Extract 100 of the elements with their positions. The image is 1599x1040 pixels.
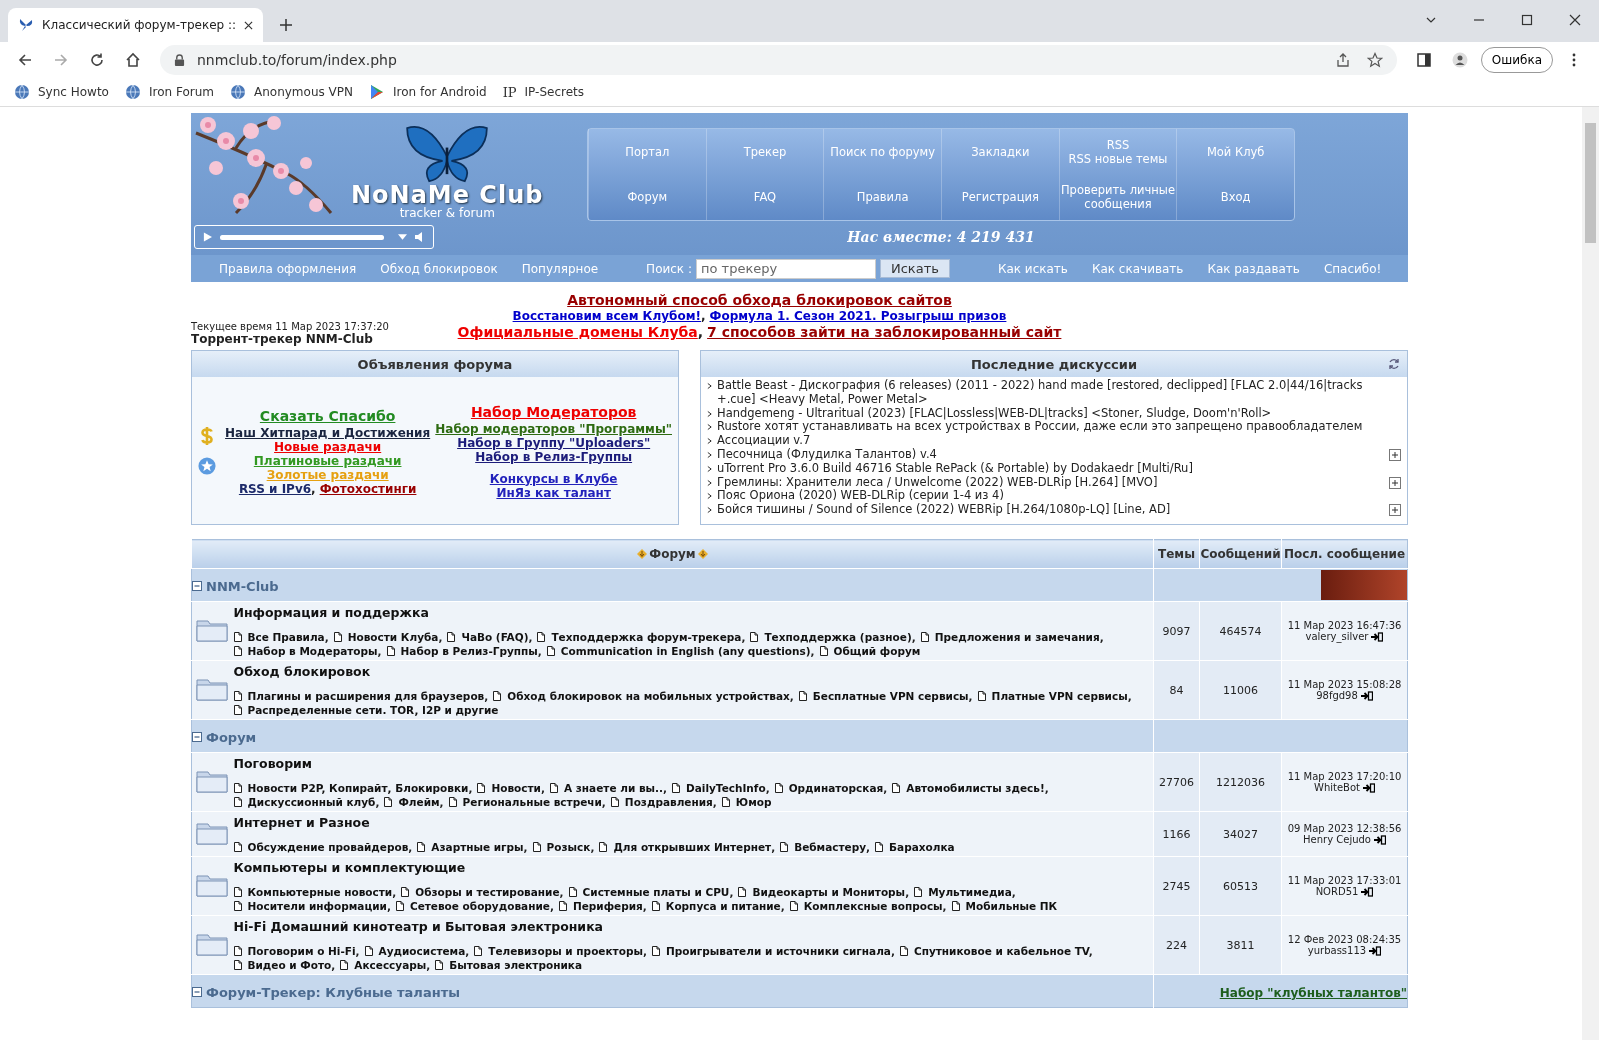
- subforum-link[interactable]: Сетевое оборудование: [409, 900, 550, 912]
- subforum-link[interactable]: Спутниковое и кабельное TV: [913, 945, 1089, 957]
- subforum-link[interactable]: Набор в Релиз-Группы: [400, 645, 538, 657]
- subforum-link[interactable]: Поговорим о Hi-Fi: [247, 945, 356, 957]
- subforum-link[interactable]: Аксессуары: [354, 959, 427, 971]
- forum-title-link[interactable]: Компьютеры и комплектующие: [233, 860, 1149, 875]
- subforum-link[interactable]: Системные платы и CPU: [582, 886, 730, 898]
- go-to-post-icon[interactable]: [1371, 631, 1384, 642]
- news-link[interactable]: Набор в Группу "Uploaders": [457, 435, 651, 450]
- subforum-link[interactable]: Проигрыватели и источники сигнала: [665, 945, 891, 957]
- subforum-link[interactable]: Платные VPN сервисы: [991, 690, 1128, 702]
- collapse-icon[interactable]: [192, 987, 202, 997]
- subforum-link[interactable]: Обсуждение провайдеров: [247, 841, 409, 853]
- subforum-link[interactable]: Аудиосистема: [378, 945, 466, 957]
- discussion-link[interactable]: Бойся тишины / Sound of Silence (2022) WEBRip [H.264/1080p-LQ] [Line, AD]: [717, 503, 1171, 517]
- go-to-post-icon[interactable]: [1369, 945, 1382, 956]
- subforum-link[interactable]: Обход блокировок на мобильных устройствах: [507, 690, 790, 702]
- news-link[interactable]: RSS и IPv6: [238, 481, 312, 496]
- username-link[interactable]: yurbass113: [1307, 945, 1367, 956]
- username-link[interactable]: valery_silver: [1305, 631, 1369, 642]
- close-icon[interactable]: [1569, 14, 1581, 26]
- subforum-link[interactable]: Корпуса и питание: [665, 900, 781, 912]
- refresh-icon[interactable]: [1387, 357, 1401, 371]
- subforum-link[interactable]: DailyTechInfo: [686, 782, 766, 794]
- expand-icon[interactable]: [1389, 476, 1401, 489]
- forum-title-link[interactable]: Информация и поддержка: [233, 605, 1149, 620]
- username-link[interactable]: Henry Cejudo: [1303, 834, 1371, 845]
- subforum-link[interactable]: Мультимедиа: [928, 886, 1012, 898]
- expand-icon[interactable]: [1389, 504, 1401, 517]
- announcement-link[interactable]: Автономный способ обхода блокировок сайтов: [567, 292, 952, 308]
- username-link[interactable]: NORD51: [1315, 886, 1359, 897]
- subforum-link[interactable]: Новости Клуба: [347, 631, 439, 643]
- caret-icon[interactable]: [398, 234, 407, 240]
- bookmark-link[interactable]: Iron for Android: [369, 84, 487, 100]
- address-bar[interactable]: nnmclub.to/forum/index.php: [160, 45, 1397, 75]
- profile-icon[interactable]: [1451, 52, 1468, 68]
- expand-icon[interactable]: [1389, 449, 1401, 461]
- subforum-link[interactable]: Мобильные ПК: [965, 900, 1058, 912]
- discussion-link[interactable]: Rustore хотят устанавливать на всех устройствах в России, даже если это запрещено правообладателем: [717, 420, 1363, 435]
- announcement-link[interactable]: Формула 1. Сезон 2021. Розыгрыш призов: [709, 309, 1007, 323]
- subforum-link[interactable]: Розыск: [546, 841, 591, 853]
- subforum-link[interactable]: Автомобилисты здесь!: [906, 782, 1045, 794]
- news-link[interactable]: Набор Модераторов: [470, 403, 637, 420]
- subforum-link[interactable]: Флейм: [398, 796, 440, 808]
- subforum-link[interactable]: Техподдержка форум-трекера: [551, 631, 742, 643]
- subforum-link[interactable]: Барахолка: [889, 841, 955, 853]
- subforum-link[interactable]: Communication in English (any questions): [560, 645, 811, 657]
- subforum-link[interactable]: Комплексные вопросы: [803, 900, 943, 912]
- close-icon[interactable]: [244, 20, 254, 30]
- browser-tab[interactable]: Классический форум-трекер ::: [8, 8, 264, 42]
- star-icon[interactable]: [1366, 52, 1383, 68]
- new-tab-icon[interactable]: [279, 18, 294, 32]
- username-link[interactable]: 98fgd98: [1316, 690, 1358, 701]
- back-icon[interactable]: [17, 52, 33, 68]
- announcement-link[interactable]: Восстановим всем Клубом!: [512, 309, 701, 323]
- news-link[interactable]: Фотохостинги: [319, 481, 417, 496]
- bookmark-link[interactable]: Iron Forum: [124, 84, 214, 100]
- subforum-link[interactable]: Распределенные сети. TOR, I2P и другие: [247, 704, 499, 716]
- announcement-link[interactable]: Официальные домены Клуба: [457, 324, 698, 340]
- discussion-link[interactable]: Песочница (Флудилка Талантов) v.4: [717, 448, 937, 462]
- maximize-icon[interactable]: [1521, 14, 1533, 26]
- news-link[interactable]: ИнЯз как талант: [496, 485, 611, 500]
- category-title[interactable]: Форум: [206, 729, 257, 745]
- forum-title-link[interactable]: Hi-Fi Домашний кинотеатр и Бытовая электроника: [233, 919, 1149, 934]
- forum-title-link[interactable]: Поговорим: [233, 756, 1149, 771]
- news-link[interactable]: Новые раздачи: [274, 439, 382, 454]
- subforum-link[interactable]: Техподдержка (разное): [764, 631, 912, 643]
- discussion-link[interactable]: Гремлины: Хранители леса / Unwelcome (2022) WEB-DLRip [H.264] [MVO]: [717, 475, 1158, 490]
- discussion-link[interactable]: Ассоциации v.7: [717, 434, 811, 448]
- go-to-post-icon[interactable]: [1361, 886, 1374, 897]
- subforum-link[interactable]: Общий форум: [833, 645, 921, 657]
- subforum-link[interactable]: Видео и Фото: [247, 959, 332, 971]
- news-link[interactable]: Набор в Релиз-Группы: [475, 449, 633, 464]
- subforum-link[interactable]: Вебмастеру: [794, 841, 867, 853]
- side-panel-icon[interactable]: [1415, 52, 1432, 68]
- subforum-link[interactable]: Региональные встречи: [462, 796, 602, 808]
- subforum-link[interactable]: Бесплатные VPN сервисы: [812, 690, 969, 702]
- search-button[interactable]: Искать: [880, 259, 950, 278]
- play-icon[interactable]: [203, 232, 212, 242]
- subforum-link[interactable]: ЧаВо (FAQ): [461, 631, 529, 643]
- player-progress[interactable]: [220, 234, 384, 240]
- subforum-link[interactable]: Набор в Модераторы: [247, 645, 378, 657]
- subforum-link[interactable]: Новости P2P, Копирайт, Блокировки: [247, 782, 469, 794]
- bookmark-link[interactable]: IP IP-Secrets: [502, 84, 584, 100]
- bookmark-link[interactable]: Sync Howto: [14, 84, 109, 100]
- category-title[interactable]: Форум-Трекер: Клубные таланты: [206, 984, 460, 1000]
- discussion-link[interactable]: uTorrent Pro 3.6.0 Build 46716 Stable RePack (& Portable) by Dodakaedr [Multi/Ru]: [717, 461, 1193, 476]
- subforum-link[interactable]: Плагины и расширения для браузеров: [247, 690, 485, 702]
- subforum-link[interactable]: Носители информации: [247, 900, 387, 912]
- subforum-link[interactable]: Бытовая электроника: [449, 959, 582, 971]
- reload-icon[interactable]: [89, 52, 105, 68]
- collapse-icon[interactable]: [192, 581, 202, 591]
- announcement-link[interactable]: 7 способов зайти на заблокированный сайт: [707, 324, 1062, 340]
- forum-title-link[interactable]: Интернет и Разное: [233, 815, 1149, 830]
- subforum-link[interactable]: Юмор: [735, 796, 772, 808]
- subforum-link[interactable]: Новости: [491, 782, 541, 794]
- discussion-link[interactable]: Battle Beast - Дискография (6 releases) (2011 - 2022) hand made [restored, declipped] [FLAC 2.0|44/16|tracks +.cue] <Heavy Metal, Power Metal>: [717, 379, 1379, 407]
- go-to-post-icon[interactable]: [1373, 834, 1386, 845]
- forum-title-link[interactable]: Обход блокировок: [233, 664, 1149, 679]
- username-link[interactable]: WhiteBot: [1314, 782, 1360, 793]
